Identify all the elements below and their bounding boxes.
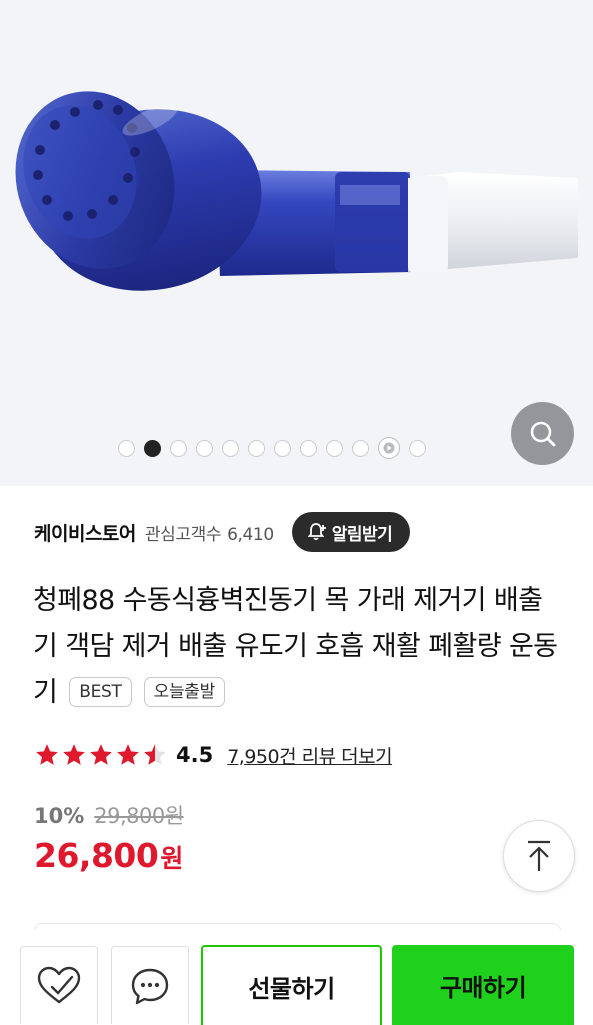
- product-title: 청폐88 수동식흉벽진동기 목 가래 제거기 배출기 객담 제거 배출 유도기 …: [33, 578, 558, 716]
- bottom-action-bar: 선물하기 구매하기: [0, 930, 593, 1025]
- play-icon: [383, 442, 395, 454]
- search-icon: [530, 421, 555, 446]
- gallery-dot[interactable]: [274, 439, 291, 457]
- star-icon: [63, 744, 85, 765]
- price-block: 10% 29,800원 26,800 원: [34, 800, 184, 875]
- gallery-pagination[interactable]: [118, 437, 426, 459]
- product-image: [15, 91, 578, 291]
- store-name[interactable]: 케이비스토어: [34, 519, 136, 546]
- star-icon: [117, 744, 139, 765]
- gallery-dot[interactable]: [196, 439, 213, 457]
- gallery-dot[interactable]: [118, 439, 135, 457]
- bell-plus-icon: [307, 523, 326, 541]
- watchers-label: 관심고객수: [144, 524, 222, 545]
- gallery-dot[interactable]: [300, 439, 317, 457]
- star-half-icon: [144, 744, 166, 765]
- discount-rate: 10%: [34, 804, 85, 828]
- sale-price: 26,800: [34, 836, 159, 875]
- gallery-dot[interactable]: [248, 439, 265, 457]
- badge-best: BEST: [69, 677, 132, 707]
- chat-bubble-icon: [131, 968, 169, 1004]
- gallery-dot[interactable]: [222, 439, 239, 457]
- gallery-dot[interactable]: [352, 439, 369, 457]
- watchers-count: 관심고객수 6,410: [145, 520, 274, 545]
- gift-button[interactable]: 선물하기: [201, 945, 382, 1025]
- buy-button[interactable]: 구매하기: [392, 945, 574, 1025]
- gallery-video-dot[interactable]: [378, 437, 400, 459]
- zoom-button[interactable]: [511, 402, 574, 465]
- gallery-dot[interactable]: [170, 439, 187, 457]
- gallery-dot[interactable]: [409, 439, 426, 457]
- talk-button[interactable]: [111, 946, 189, 1024]
- product-image-gallery[interactable]: [0, 0, 593, 486]
- arrow-up-icon: [528, 840, 550, 871]
- star-icon: [90, 744, 112, 765]
- heart-check-icon: [37, 966, 81, 1003]
- wishlist-button[interactable]: [20, 946, 98, 1024]
- gallery-dot-active[interactable]: [144, 439, 161, 457]
- star-icon: [36, 744, 58, 765]
- star-rating: [34, 742, 168, 768]
- watchers-number: 6,410: [227, 524, 274, 545]
- rating-summary: 4.5 7,950건 리뷰 더보기: [34, 738, 393, 772]
- alarm-button[interactable]: 알림받기: [291, 512, 411, 552]
- badge-today-shipping: 오늘출발: [143, 677, 225, 707]
- alarm-label: 알림받기: [331, 524, 393, 545]
- rating-score: 4.5: [176, 743, 214, 767]
- sale-price-unit: 원: [160, 844, 184, 873]
- review-link[interactable]: 7,950건 리뷰 더보기: [227, 742, 392, 769]
- store-info: 케이비스토어 관심고객수 6,410 알림받기: [34, 510, 574, 554]
- scroll-top-button[interactable]: [503, 820, 575, 892]
- gallery-dot[interactable]: [326, 439, 343, 457]
- original-price: 29,800원: [94, 804, 184, 828]
